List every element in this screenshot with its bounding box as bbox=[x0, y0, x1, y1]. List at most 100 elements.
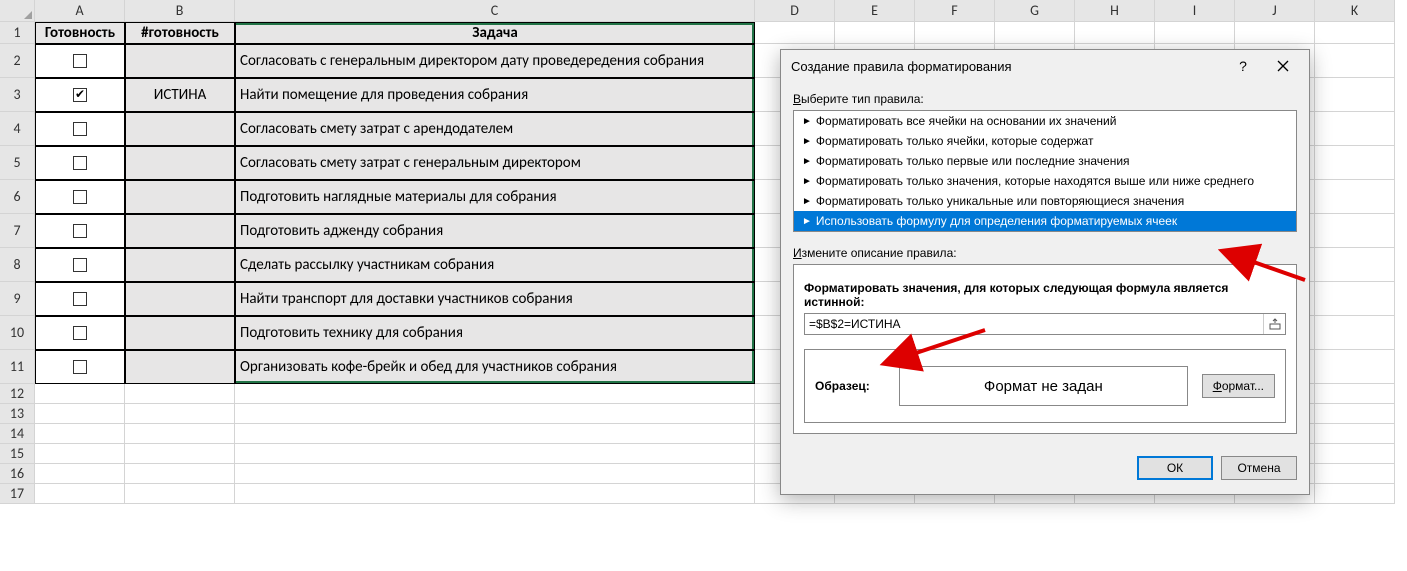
row-header-7[interactable]: 7 bbox=[0, 214, 35, 248]
select-all-corner[interactable] bbox=[0, 0, 35, 22]
cell-K11[interactable] bbox=[1315, 350, 1395, 384]
cell-K10[interactable] bbox=[1315, 316, 1395, 350]
cell-C6[interactable]: Подготовить наглядные материалы для собр… bbox=[235, 180, 755, 214]
cell-B9[interactable] bbox=[125, 282, 235, 316]
cell-A17[interactable] bbox=[35, 484, 125, 504]
cell-C14[interactable] bbox=[235, 424, 755, 444]
rule-type-option-1[interactable]: ►Форматировать только ячейки, которые со… bbox=[794, 131, 1296, 151]
cell-C10[interactable]: Подготовить технику для собрания bbox=[235, 316, 755, 350]
row-header-8[interactable]: 8 bbox=[0, 248, 35, 282]
cell-B13[interactable] bbox=[125, 404, 235, 424]
col-header-D[interactable]: D bbox=[755, 0, 835, 22]
cell-B2[interactable] bbox=[125, 44, 235, 78]
checkbox[interactable] bbox=[73, 326, 87, 340]
cell-E1[interactable] bbox=[835, 22, 915, 44]
cell-K3[interactable] bbox=[1315, 78, 1395, 112]
cell-C1[interactable]: Задача bbox=[235, 22, 755, 44]
cell-B12[interactable] bbox=[125, 384, 235, 404]
cell-A4[interactable] bbox=[35, 112, 125, 146]
rule-type-option-3[interactable]: ►Форматировать только значения, которые … bbox=[794, 171, 1296, 191]
cell-B17[interactable] bbox=[125, 484, 235, 504]
cell-C9[interactable]: Найти транспорт для доставки участников … bbox=[235, 282, 755, 316]
cell-C8[interactable]: Сделать рассылку участникам собрания bbox=[235, 248, 755, 282]
cell-C16[interactable] bbox=[235, 464, 755, 484]
col-header-B[interactable]: B bbox=[125, 0, 235, 22]
row-header-16[interactable]: 16 bbox=[0, 464, 35, 484]
cell-A13[interactable] bbox=[35, 404, 125, 424]
row-header-6[interactable]: 6 bbox=[0, 180, 35, 214]
rule-type-option-0[interactable]: ►Форматировать все ячейки на основании и… bbox=[794, 111, 1296, 131]
cell-C4[interactable]: Согласовать смету затрат с арендодателем bbox=[235, 112, 755, 146]
cell-C15[interactable] bbox=[235, 444, 755, 464]
dialog-titlebar[interactable]: Создание правила форматирования ? bbox=[781, 50, 1309, 82]
rule-type-option-4[interactable]: ►Форматировать только уникальные или пов… bbox=[794, 191, 1296, 211]
cell-B11[interactable] bbox=[125, 350, 235, 384]
checkbox[interactable] bbox=[73, 292, 87, 306]
cell-K16[interactable] bbox=[1315, 464, 1395, 484]
cell-B10[interactable] bbox=[125, 316, 235, 350]
cell-B15[interactable] bbox=[125, 444, 235, 464]
checkbox[interactable] bbox=[73, 224, 87, 238]
cell-A15[interactable] bbox=[35, 444, 125, 464]
cell-B14[interactable] bbox=[125, 424, 235, 444]
row-header-12[interactable]: 12 bbox=[0, 384, 35, 404]
close-button[interactable] bbox=[1263, 52, 1303, 80]
cell-C5[interactable]: Согласовать смету затрат с генеральным д… bbox=[235, 146, 755, 180]
checkbox[interactable] bbox=[73, 360, 87, 374]
cell-B16[interactable] bbox=[125, 464, 235, 484]
col-header-G[interactable]: G bbox=[995, 0, 1075, 22]
cell-A2[interactable] bbox=[35, 44, 125, 78]
cell-K15[interactable] bbox=[1315, 444, 1395, 464]
cell-K2[interactable] bbox=[1315, 44, 1395, 78]
cell-I1[interactable] bbox=[1155, 22, 1235, 44]
cell-J1[interactable] bbox=[1235, 22, 1315, 44]
row-header-17[interactable]: 17 bbox=[0, 484, 35, 504]
cell-A1[interactable]: Готовность bbox=[35, 22, 125, 44]
cell-B1[interactable]: #готовность bbox=[125, 22, 235, 44]
cell-A6[interactable] bbox=[35, 180, 125, 214]
cell-A12[interactable] bbox=[35, 384, 125, 404]
cell-K8[interactable] bbox=[1315, 248, 1395, 282]
col-header-H[interactable]: H bbox=[1075, 0, 1155, 22]
cell-C12[interactable] bbox=[235, 384, 755, 404]
row-header-4[interactable]: 4 bbox=[0, 112, 35, 146]
cell-K17[interactable] bbox=[1315, 484, 1395, 504]
cell-K6[interactable] bbox=[1315, 180, 1395, 214]
row-header-2[interactable]: 2 bbox=[0, 44, 35, 78]
cell-A8[interactable] bbox=[35, 248, 125, 282]
cell-K14[interactable] bbox=[1315, 424, 1395, 444]
checkbox[interactable] bbox=[73, 156, 87, 170]
cell-A7[interactable] bbox=[35, 214, 125, 248]
row-header-13[interactable]: 13 bbox=[0, 404, 35, 424]
cell-A3[interactable] bbox=[35, 78, 125, 112]
cell-C2[interactable]: Согласовать с генеральным директором дат… bbox=[235, 44, 755, 78]
rule-type-option-5[interactable]: ►Использовать формулу для определения фо… bbox=[794, 211, 1296, 231]
cell-K12[interactable] bbox=[1315, 384, 1395, 404]
checkbox[interactable] bbox=[73, 190, 87, 204]
cell-K9[interactable] bbox=[1315, 282, 1395, 316]
row-header-5[interactable]: 5 bbox=[0, 146, 35, 180]
row-header-11[interactable]: 11 bbox=[0, 350, 35, 384]
cell-C3[interactable]: Найти помещение для проведения собрания bbox=[235, 78, 755, 112]
cell-D1[interactable] bbox=[755, 22, 835, 44]
row-header-9[interactable]: 9 bbox=[0, 282, 35, 316]
checkbox[interactable] bbox=[73, 258, 87, 272]
range-selector-button[interactable] bbox=[1263, 314, 1285, 334]
col-header-J[interactable]: J bbox=[1235, 0, 1315, 22]
ok-button[interactable]: ОК bbox=[1137, 456, 1213, 480]
cell-A14[interactable] bbox=[35, 424, 125, 444]
cell-K5[interactable] bbox=[1315, 146, 1395, 180]
checkbox[interactable] bbox=[73, 122, 87, 136]
cell-B7[interactable] bbox=[125, 214, 235, 248]
cell-C11[interactable]: Организовать кофе-брейк и обед для участ… bbox=[235, 350, 755, 384]
col-header-I[interactable]: I bbox=[1155, 0, 1235, 22]
checkbox[interactable] bbox=[73, 54, 87, 68]
cell-F1[interactable] bbox=[915, 22, 995, 44]
cell-C17[interactable] bbox=[235, 484, 755, 504]
cell-B4[interactable] bbox=[125, 112, 235, 146]
row-header-15[interactable]: 15 bbox=[0, 444, 35, 464]
format-button[interactable]: Формат... bbox=[1202, 374, 1275, 398]
checkbox[interactable] bbox=[73, 88, 87, 102]
cell-B8[interactable] bbox=[125, 248, 235, 282]
cell-A10[interactable] bbox=[35, 316, 125, 350]
